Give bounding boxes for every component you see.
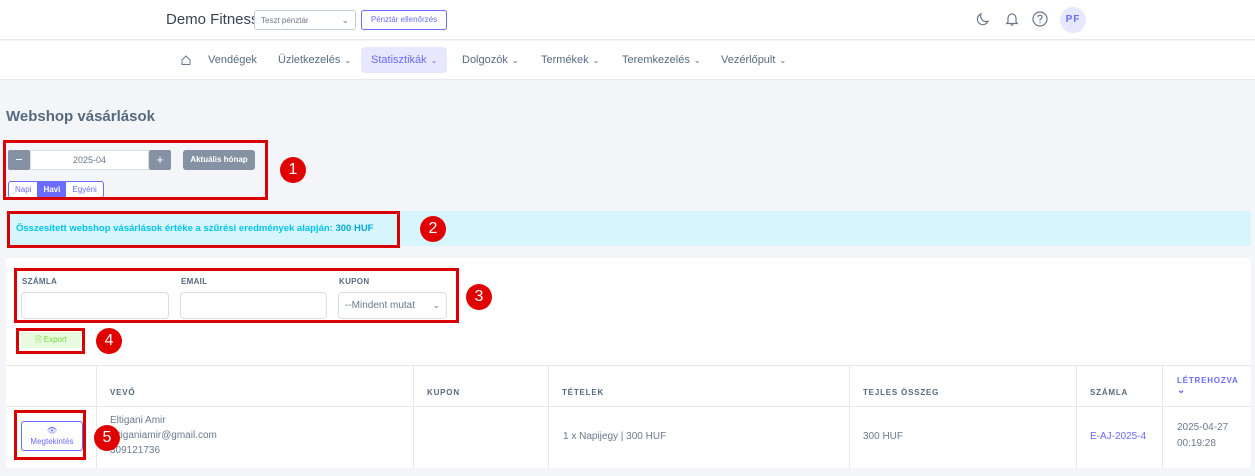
sort-chevron-down-icon: ⌄ [1177,385,1187,396]
nav-item-label: Vendégek [208,54,257,66]
annotation-box-1 [3,140,268,200]
column-divider [1162,365,1163,468]
annotation-box-5 [14,410,86,460]
top-bar: Demo Fitness Teszt pénztár ⌄ Pénztár ell… [0,0,1255,40]
chevron-down-icon: ⌄ [779,56,787,65]
chevron-down-icon: ⌄ [693,56,701,65]
nav-item-label: Teremkezelés [622,54,690,66]
nav-item-statisztikak[interactable]: Statisztikák ⌄ [361,47,448,73]
annotation-box-4 [16,328,85,354]
user-avatar[interactable]: PF [1060,7,1086,33]
column-divider [413,365,414,468]
help-icon[interactable] [1031,10,1049,28]
cash-register-select-value: Teszt pénztár [261,16,309,25]
annotation-badge-5: 5 [94,425,120,451]
cash-check-button[interactable]: Pénztár ellenőrzés [361,10,447,30]
annotation-badge-3: 3 [466,284,492,310]
chevron-down-icon: ⌄ [592,56,600,65]
chevron-down-icon: ⌄ [344,56,352,65]
column-divider [96,365,97,468]
nav-item-label: Üzletkezelés [278,54,341,66]
column-divider [1076,365,1077,468]
column-header-buyer[interactable]: VEVŐ [110,388,135,397]
column-header-created[interactable]: LÉTREHOZVA ⌄ [1177,376,1239,396]
chevron-down-icon: ⌄ [511,56,519,65]
brand-name[interactable]: Demo Fitness [166,11,259,28]
items-cell: 1 x Napijegy | 300 HUF [563,431,667,442]
nav-item-vendegek[interactable]: Vendégek [198,47,267,73]
annotation-badge-4: 4 [96,328,122,354]
invoice-link[interactable]: E-AJ-2025-4 [1090,431,1146,442]
chevron-down-icon: ⌄ [430,56,438,65]
annotation-badge-1: 1 [280,157,306,183]
nav-item-termekek[interactable]: Termékek ⌄ [531,47,609,73]
column-header-items[interactable]: TÉTELEK [562,388,604,397]
chevron-down-icon: ⌄ [341,15,349,25]
buyer-name: Eltigani Amir [110,415,166,426]
main-nav: Vendégek Üzletkezelés ⌄ Statisztikák ⌄ Dol… [0,41,1255,80]
nav-item-label: Dolgozók [462,54,508,66]
dark-mode-moon-icon[interactable] [974,10,992,28]
nav-item-label: Termékek [541,54,589,66]
nav-item-dolgozok[interactable]: Dolgozók ⌄ [452,47,529,73]
column-divider [548,365,549,468]
bell-icon[interactable] [1003,10,1021,28]
nav-item-label: Vezérlőpult [721,54,776,66]
created-time: 00:19:28 [1177,438,1216,449]
cash-register-select[interactable]: Teszt pénztár ⌄ [254,10,356,30]
column-divider [849,365,850,468]
total-cell: 300 HUF [863,431,904,442]
column-header-coupon[interactable]: KUPON [427,388,460,397]
nav-item-label: Statisztikák [371,54,427,66]
buyer-email: eltiganiamir@gmail.com [110,430,217,441]
nav-item-uzletkezeles[interactable]: Üzletkezelés ⌄ [268,47,361,73]
annotation-badge-2: 2 [420,216,446,242]
column-header-total[interactable]: TEJLES ÖSSZEG [863,388,939,397]
page-title: Webshop vásárlások [6,108,155,125]
buyer-phone: 309121736 [110,445,161,456]
annotation-box-3 [14,268,459,323]
annotation-box-2 [7,211,400,248]
column-header-invoice[interactable]: SZÁMLA [1090,388,1128,397]
nav-item-teremkezeles[interactable]: Teremkezelés ⌄ [612,47,711,73]
created-date: 2025-04-27 [1177,422,1229,433]
column-header-created-label: LÉTREHOZVA [1177,376,1239,385]
nav-item-vezerlopult[interactable]: Vezérlőpult ⌄ [711,47,796,73]
table-header-row [6,365,1251,407]
